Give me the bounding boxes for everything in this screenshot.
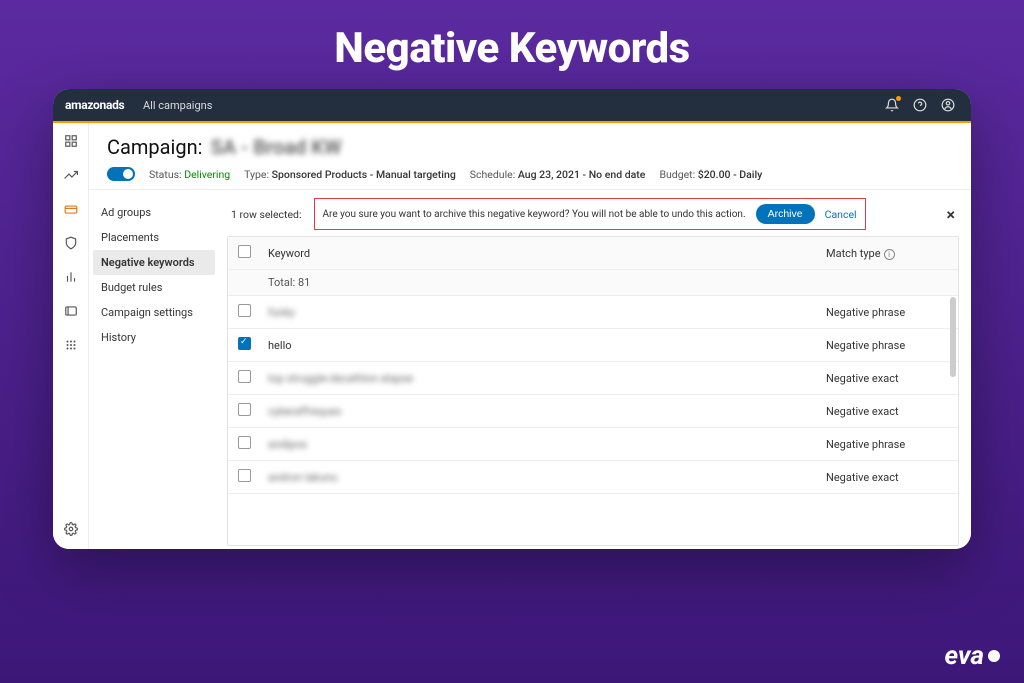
keywords-table: Keyword Match typei Total: 81 funkyNegat… — [227, 236, 959, 546]
app-window: amazonads All campaigns — [53, 89, 971, 549]
sidenav-campaign-settings[interactable]: Campaign settings — [89, 300, 219, 325]
rows-selected-text: 1 row selected: — [227, 206, 306, 223]
help-icon[interactable] — [909, 94, 931, 116]
shield-icon[interactable] — [63, 235, 79, 251]
page-hero-title: Negative Keywords — [0, 0, 1024, 89]
sidenav-history[interactable]: History — [89, 325, 219, 350]
table-row: andiposNegative phrase — [228, 428, 958, 461]
type-value: Sponsored Products - Manual targeting — [272, 168, 456, 181]
user-icon[interactable] — [937, 94, 959, 116]
nav-all-campaigns[interactable]: All campaigns — [143, 99, 212, 112]
campaign-title-prefix: Campaign: — [107, 135, 203, 159]
table-row: cyberaffrequesNegative exact — [228, 395, 958, 428]
keyword-cell: hello — [260, 329, 818, 362]
scrollbar[interactable] — [950, 297, 956, 377]
match-type-cell: Negative phrase — [818, 296, 958, 329]
col-keyword[interactable]: Keyword — [260, 237, 818, 270]
row-checkbox[interactable] — [238, 337, 251, 350]
cancel-button[interactable]: Cancel — [825, 208, 857, 221]
keyword-cell: andipos — [260, 428, 818, 461]
status-toggle[interactable] — [107, 167, 135, 181]
keyword-cell: funky — [260, 296, 818, 329]
archive-confirm-box: Are you sure you want to archive this ne… — [314, 198, 866, 230]
confirm-message: Are you sure you want to archive this ne… — [323, 209, 746, 220]
archive-button[interactable]: Archive — [756, 204, 815, 224]
keyword-cell: andron lakunu — [260, 461, 818, 494]
bar-chart-icon[interactable] — [63, 269, 79, 285]
match-type-cell: Negative phrase — [818, 428, 958, 461]
sidenav-negative-keywords[interactable]: Negative keywords — [93, 250, 215, 275]
dashboard-icon[interactable] — [63, 133, 79, 149]
total-row: Total: 81 — [260, 270, 818, 296]
topbar: amazonads All campaigns — [53, 89, 971, 121]
video-icon[interactable] — [63, 303, 79, 319]
bell-icon[interactable] — [881, 94, 903, 116]
notification-dot — [896, 96, 901, 101]
schedule-value: Aug 23, 2021 - No end date — [518, 168, 646, 181]
gear-icon[interactable] — [63, 521, 79, 537]
match-type-cell: Negative exact — [818, 362, 958, 395]
status-label: Status: — [149, 168, 182, 181]
row-checkbox[interactable] — [238, 370, 251, 383]
match-type-cell: Negative phrase — [818, 329, 958, 362]
budget-value: $20.00 - Daily — [698, 168, 763, 181]
type-label: Type: — [244, 168, 269, 181]
keyword-cell: cyberaffreques — [260, 395, 818, 428]
sidenav: Ad groups Placements Negative keywords B… — [89, 190, 219, 549]
watermark-logo: eva — [944, 641, 1000, 671]
left-rail — [53, 123, 89, 549]
select-all-checkbox[interactable] — [238, 245, 251, 258]
row-checkbox[interactable] — [238, 304, 251, 317]
wallet-icon[interactable] — [63, 201, 79, 217]
table-row: funkyNegative phrase — [228, 296, 958, 329]
status-value: Delivering — [184, 168, 230, 181]
sidenav-ad-groups[interactable]: Ad groups — [89, 200, 219, 225]
row-checkbox[interactable] — [238, 469, 251, 482]
sidenav-placements[interactable]: Placements — [89, 225, 219, 250]
table-row: andron lakunuNegative exact — [228, 461, 958, 494]
match-type-cell: Negative exact — [818, 461, 958, 494]
apps-icon[interactable] — [63, 337, 79, 353]
table-row: helloNegative phrase — [228, 329, 958, 362]
col-match-type[interactable]: Match typei — [818, 237, 958, 270]
action-bar: 1 row selected: Are you sure you want to… — [227, 198, 959, 230]
budget-label: Budget: — [659, 168, 695, 181]
campaign-title: Campaign: SA - Broad KW — [107, 135, 953, 159]
campaign-name-blurred: SA - Broad KW — [211, 135, 342, 159]
row-checkbox[interactable] — [238, 436, 251, 449]
close-icon[interactable]: × — [943, 205, 960, 224]
table-row: top struggle-decathlon elapseNegative ex… — [228, 362, 958, 395]
brand-logo[interactable]: amazonads — [65, 98, 121, 112]
trending-icon[interactable] — [63, 167, 79, 183]
info-icon[interactable]: i — [884, 249, 895, 260]
match-type-cell: Negative exact — [818, 395, 958, 428]
campaign-header: Campaign: SA - Broad KW Status: Deliveri… — [89, 123, 971, 189]
sidenav-budget-rules[interactable]: Budget rules — [89, 275, 219, 300]
keyword-cell: top struggle-decathlon elapse — [260, 362, 818, 395]
schedule-label: Schedule: — [470, 168, 515, 181]
row-checkbox[interactable] — [238, 403, 251, 416]
